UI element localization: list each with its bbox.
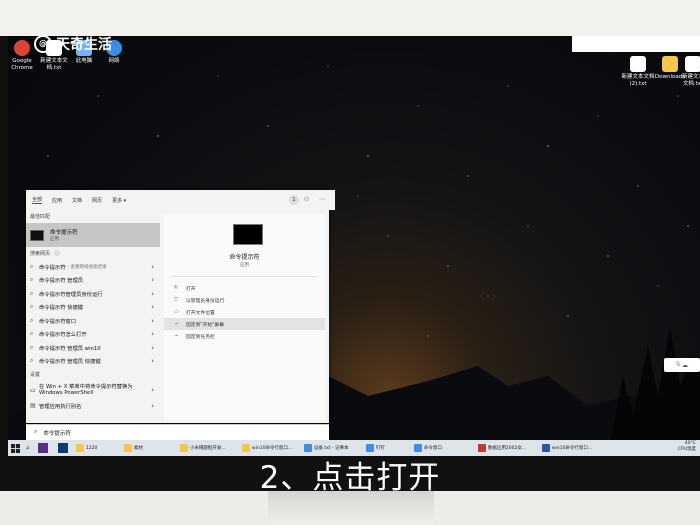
text-file-icon	[685, 56, 700, 72]
chevron-right-icon: ›	[151, 316, 154, 325]
floating-widget[interactable]: S ☁	[664, 358, 700, 372]
search-icon: ⌕	[30, 289, 34, 297]
settings-result-item[interactable]: ▤ 管理应用执行别名 ›	[26, 399, 160, 413]
chevron-right-icon: ›	[151, 262, 154, 271]
folder-icon	[662, 56, 678, 72]
web-result-item[interactable]: ⌕ 命令提示符窗口 ›	[26, 314, 160, 328]
web-result-item[interactable]: ⌕ 命令提示符 管理员 快捷键 ›	[26, 355, 160, 369]
start-menu: 全部 应用 文档 网页 更多 ▾ 1 ⚇ ⋯ 最佳匹配 命令提示符 应用 搜索网…	[26, 190, 335, 423]
best-match-heading: 最佳匹配	[30, 214, 51, 220]
divider	[172, 276, 317, 277]
tab-web[interactable]: 网页	[92, 197, 102, 204]
watermark: @ 天奇生活	[34, 34, 112, 54]
action-pin-to-taskbar[interactable]: ⊸ 固定到任务栏	[164, 330, 325, 342]
tab-documents[interactable]: 文档	[72, 197, 82, 204]
search-input[interactable]: 命令提示符	[43, 429, 71, 437]
folder-icon	[123, 444, 132, 452]
chevron-right-icon: ›	[151, 276, 154, 285]
web-result-item[interactable]: ⌕ 命令提示符 管理员 win10 ›	[26, 341, 160, 355]
web-result-item[interactable]: ⌕ 命令提示符 管理员 ›	[26, 274, 160, 288]
best-match-item[interactable]: 命令提示符 应用	[26, 223, 160, 247]
text-file-icon	[630, 56, 646, 72]
reward-badge[interactable]: 1	[289, 195, 299, 205]
pin-icon: ⊸	[174, 333, 179, 339]
desktop-screen: Google Chrome 新建文本文 档.txt 此电脑 网络 新建文本文档 …	[8, 36, 700, 456]
weather-icon: ☁	[682, 362, 688, 369]
monitor-stand	[268, 491, 434, 525]
search-icon: ⌕	[30, 357, 34, 365]
best-match-subtitle: 应用	[50, 237, 59, 242]
notepad-icon	[303, 444, 312, 452]
search-tabs: 全部 应用 文档 网页 更多 ▾ 1 ⚇ ⋯	[26, 190, 335, 210]
tab-apps[interactable]: 应用	[52, 197, 62, 204]
monitor: Google Chrome 新建文本文 档.txt 此电脑 网络 新建文本文档 …	[0, 36, 700, 491]
watermark-logo-icon: @	[34, 35, 52, 53]
search-icon: ⌕	[34, 429, 38, 435]
info-icon[interactable]: ⓘ	[55, 251, 60, 257]
app-preview-pane: 命令提示符 应用 ⇱ 打开 ⛉ 以管理员身份运行 ▭ 打开文件位置 ⊸ 固定到"…	[164, 214, 325, 420]
desktop-icon-text-file-3[interactable]: 新建文本文档.txt	[682, 56, 700, 88]
search-icon: ⌕	[30, 276, 34, 284]
web-result-item[interactable]: ⌕ 命令提示符怎么打开 ›	[26, 328, 160, 342]
cmd-app-icon	[233, 224, 263, 245]
web-search-heading: 搜索网页 ⓘ	[30, 251, 60, 257]
sogou-icon: S	[675, 362, 680, 368]
desktop-icon-text-file-2[interactable]: 新建文本文档 (2).txt	[620, 56, 656, 88]
settings-heading: 设置	[30, 372, 41, 378]
tab-more[interactable]: 更多 ▾	[112, 197, 126, 204]
chevron-right-icon: ›	[151, 289, 154, 298]
word-icon	[541, 444, 550, 452]
search-icon: ⌕	[30, 343, 34, 351]
action-open[interactable]: ⇱ 打开	[164, 282, 325, 294]
search-icon: ⌕	[30, 330, 34, 338]
best-match-title: 命令提示符	[50, 230, 78, 236]
chevron-right-icon: ›	[151, 357, 154, 366]
taskbar-search-box[interactable]: ⌕ 命令提示符	[26, 424, 329, 440]
folder-icon	[241, 444, 250, 452]
web-result-item[interactable]: ⌕ 命令提示符 快捷键 ›	[26, 301, 160, 315]
chevron-right-icon: ›	[151, 303, 154, 312]
tab-all[interactable]: 全部	[32, 196, 43, 204]
dingtalk-icon	[365, 444, 374, 452]
top-band	[0, 0, 700, 36]
results-list: 最佳匹配 命令提示符 应用 搜索网页 ⓘ ⌕ 命令提示符 - 查看网络搜索结果	[26, 210, 160, 423]
shield-icon: ⛉	[174, 297, 178, 303]
search-icon: ⌕	[30, 303, 34, 311]
settings-icon: ▤	[30, 402, 36, 410]
search-icon: ⌕	[30, 316, 34, 324]
more-options-icon[interactable]: ⚇ ⋯	[304, 196, 329, 203]
chevron-right-icon: ›	[151, 401, 154, 410]
open-icon: ⇱	[174, 285, 179, 291]
watermark-brand: 天奇生活	[56, 37, 112, 53]
preview-subtitle: 应用	[240, 263, 249, 268]
settings-icon: ▭	[30, 386, 36, 394]
cmd-icon	[30, 229, 44, 241]
settings-result-item[interactable]: ▭ 在 Win + X 菜单中将命令提示符替换为 Windows PowerSh…	[26, 381, 160, 399]
action-open-file-location[interactable]: ▭ 打开文件位置	[164, 306, 325, 318]
chrome-icon	[14, 40, 30, 56]
preview-title: 命令提示符	[229, 254, 260, 261]
action-run-as-admin[interactable]: ⛉ 以管理员身份运行	[164, 294, 325, 306]
web-result-item[interactable]: ⌕ 命令提示符 - 查看网络搜索结果 ›	[26, 260, 160, 274]
top-right-bar	[572, 36, 700, 52]
chevron-right-icon: ›	[151, 343, 154, 352]
cmd-window-icon	[413, 444, 422, 452]
pin-icon: ⊸	[174, 321, 179, 327]
web-result-item[interactable]: ⌕ 命令提示符管理员身份运行 ›	[26, 287, 160, 301]
action-pin-to-start[interactable]: ⊸ 固定到"开始"屏幕	[164, 318, 325, 330]
search-icon: ⌕	[30, 262, 34, 270]
chevron-right-icon: ›	[151, 330, 154, 339]
folder-icon	[179, 444, 188, 452]
chevron-right-icon: ›	[151, 386, 154, 394]
folder-icon	[75, 444, 84, 452]
folder-icon: ▭	[174, 309, 179, 315]
browser-icon	[477, 444, 486, 452]
